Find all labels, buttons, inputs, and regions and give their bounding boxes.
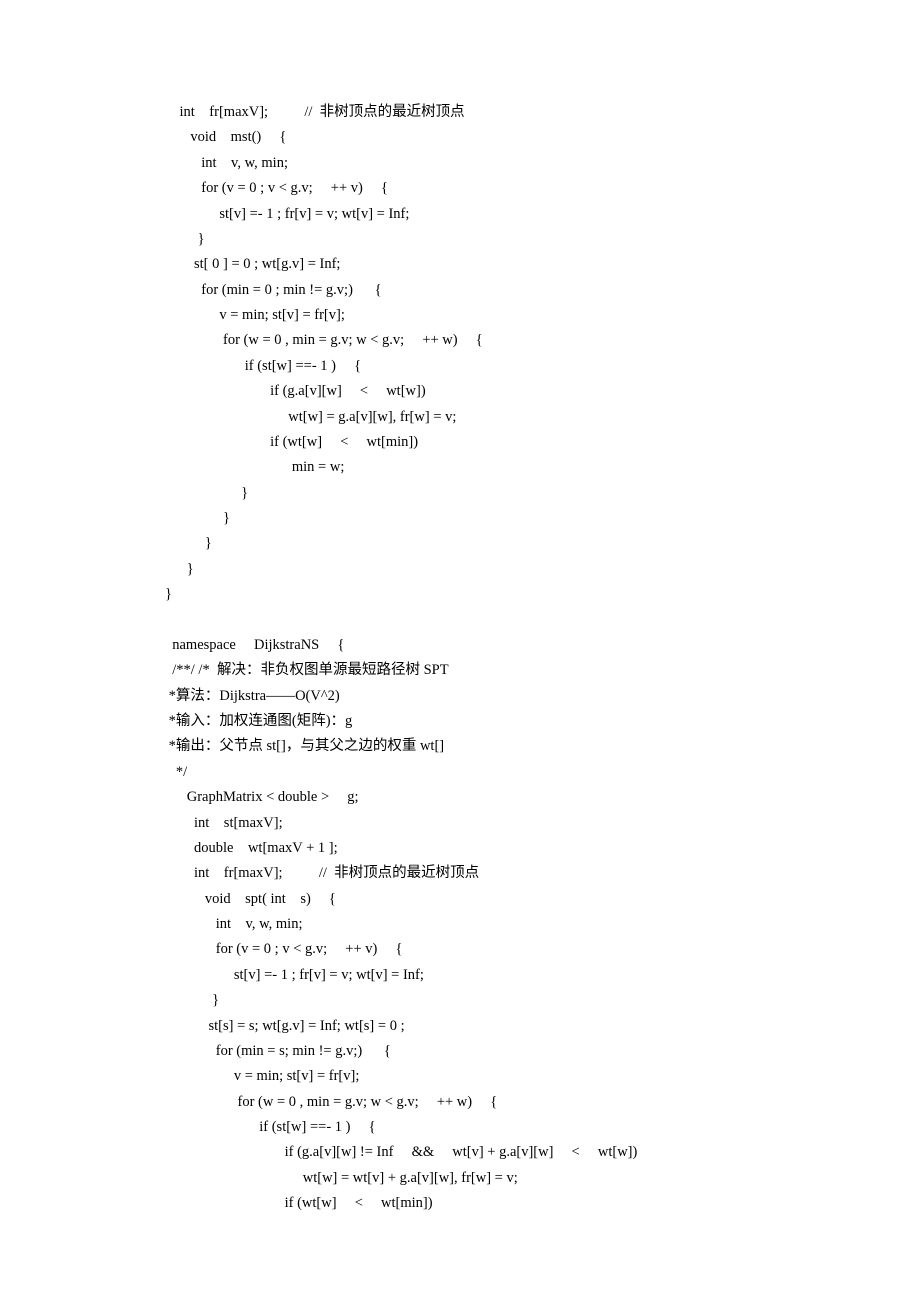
code-line: int v, w, min; xyxy=(165,151,920,176)
code-line: st[ 0 ] = 0 ; wt[g.v] = Inf; xyxy=(165,252,920,277)
code-line: } xyxy=(165,988,920,1013)
code-line: double wt[maxV + 1 ]; xyxy=(165,836,920,861)
code-line: if (wt[w] < wt[min]) xyxy=(165,430,920,455)
code-line: } xyxy=(165,227,920,252)
code-line: namespace DijkstraNS { xyxy=(165,633,920,658)
code-line: int fr[maxV]; // 非树顶点的最近树顶点 xyxy=(165,861,920,886)
code-line: if (st[w] ==- 1 ) { xyxy=(165,1115,920,1140)
code-line: if (g.a[v][w] != Inf && wt[v] + g.a[v][w… xyxy=(165,1140,920,1165)
code-line: v = min; st[v] = fr[v]; xyxy=(165,303,920,328)
code-line: int fr[maxV]; // 非树顶点的最近树顶点 xyxy=(165,100,920,125)
code-line: */ xyxy=(165,760,920,785)
code-line: for (min = s; min != g.v;) { xyxy=(165,1039,920,1064)
code-line: v = min; st[v] = fr[v]; xyxy=(165,1064,920,1089)
code-line: int st[maxV]; xyxy=(165,811,920,836)
code-line: } xyxy=(165,481,920,506)
code-line: if (g.a[v][w] < wt[w]) xyxy=(165,379,920,404)
code-line: void mst() { xyxy=(165,125,920,150)
code-line: if (st[w] ==- 1 ) { xyxy=(165,354,920,379)
code-line: for (w = 0 , min = g.v; w < g.v; ++ w) { xyxy=(165,328,920,353)
code-line: min = w; xyxy=(165,455,920,480)
code-line: *输入：加权连通图(矩阵)：g xyxy=(165,709,920,734)
code-line: } xyxy=(165,557,920,582)
code-line: for (v = 0 ; v < g.v; ++ v) { xyxy=(165,937,920,962)
code-line: void spt( int s) { xyxy=(165,887,920,912)
code-line: *输出：父节点 st[]，与其父之边的权重 wt[] xyxy=(165,734,920,759)
code-line: } xyxy=(165,506,920,531)
code-line: for (w = 0 , min = g.v; w < g.v; ++ w) { xyxy=(165,1090,920,1115)
code-line: st[v] =- 1 ; fr[v] = v; wt[v] = Inf; xyxy=(165,963,920,988)
code-line: int v, w, min; xyxy=(165,912,920,937)
code-line: } xyxy=(165,531,920,556)
code-line: st[v] =- 1 ; fr[v] = v; wt[v] = Inf; xyxy=(165,202,920,227)
code-line: *算法：Dijkstra――O(V^2) xyxy=(165,684,920,709)
code-line: /**/ /* 解决：非负权图单源最短路径树 SPT xyxy=(165,658,920,683)
code-line: GraphMatrix < double > g; xyxy=(165,785,920,810)
code-line: for (v = 0 ; v < g.v; ++ v) { xyxy=(165,176,920,201)
code-document: int fr[maxV]; // 非树顶点的最近树顶点 void mst() {… xyxy=(165,100,920,1217)
code-line: } xyxy=(165,582,920,607)
code-line: for (min = 0 ; min != g.v;) { xyxy=(165,278,920,303)
code-line: wt[w] = g.a[v][w], fr[w] = v; xyxy=(165,405,920,430)
code-line: if (wt[w] < wt[min]) xyxy=(165,1191,920,1216)
code-line: st[s] = s; wt[g.v] = Inf; wt[s] = 0 ; xyxy=(165,1014,920,1039)
code-line xyxy=(165,608,920,633)
code-line: wt[w] = wt[v] + g.a[v][w], fr[w] = v; xyxy=(165,1166,920,1191)
